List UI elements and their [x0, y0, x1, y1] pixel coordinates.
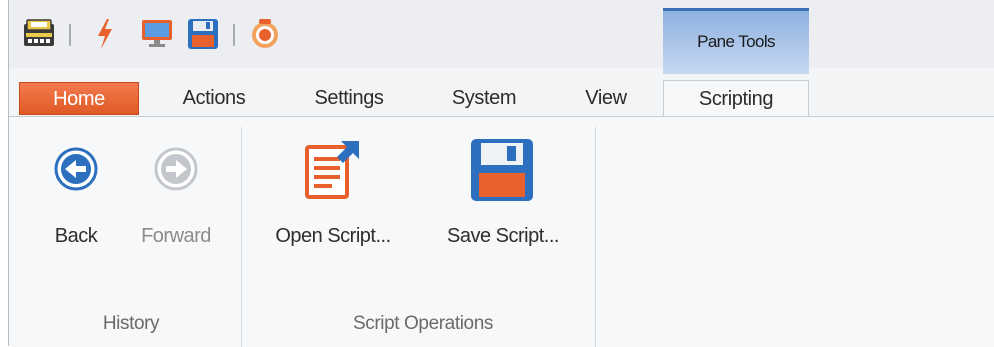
tab-settings[interactable]: Settings [294, 80, 404, 117]
forward-button-label: Forward [141, 225, 211, 247]
save-script-button[interactable]: Save Script... [423, 137, 583, 257]
arrow-right-icon [154, 147, 198, 196]
monitor-icon[interactable] [141, 18, 173, 53]
tab-actions[interactable]: Actions [159, 80, 269, 117]
ribbon-panel: Back Forward History Open Script... Save… [9, 116, 994, 347]
arrow-left-icon [54, 147, 98, 196]
toolbar-separator [69, 24, 71, 46]
tab-view[interactable]: View [561, 80, 651, 117]
tab-system[interactable]: System [429, 80, 539, 117]
tab-scripting[interactable]: Scripting [663, 80, 809, 117]
contextual-tab-group-header: Pane Tools [663, 8, 809, 74]
toolbar-separator [233, 24, 235, 46]
contextual-group-title: Pane Tools [697, 32, 775, 51]
group-separator [595, 127, 596, 347]
save-script-button-label: Save Script... [447, 225, 559, 247]
floppy-disk-icon [469, 137, 535, 208]
open-script-icon [301, 137, 365, 206]
lightning-icon[interactable] [95, 18, 115, 55]
group-separator [241, 127, 242, 347]
open-script-button[interactable]: Open Script... [253, 137, 413, 257]
quick-access-toolbar [9, 0, 994, 68]
group-label-script-operations: Script Operations [353, 313, 493, 334]
back-button-label: Back [54, 225, 98, 247]
open-script-button-label: Open Script... [275, 225, 391, 247]
record-icon[interactable] [249, 18, 281, 55]
forward-button[interactable]: Forward [121, 137, 231, 257]
ribbon-tab-bar: Home Actions Settings System View Script… [9, 80, 994, 117]
group-label-history: History [102, 313, 160, 334]
application-window: Pane Tools Home Actions Settings System … [8, 0, 994, 347]
tab-home[interactable]: Home [19, 82, 139, 115]
back-button[interactable]: Back [31, 137, 121, 257]
floppy-disk-icon[interactable] [187, 18, 219, 55]
toolbox-icon[interactable] [23, 18, 55, 53]
